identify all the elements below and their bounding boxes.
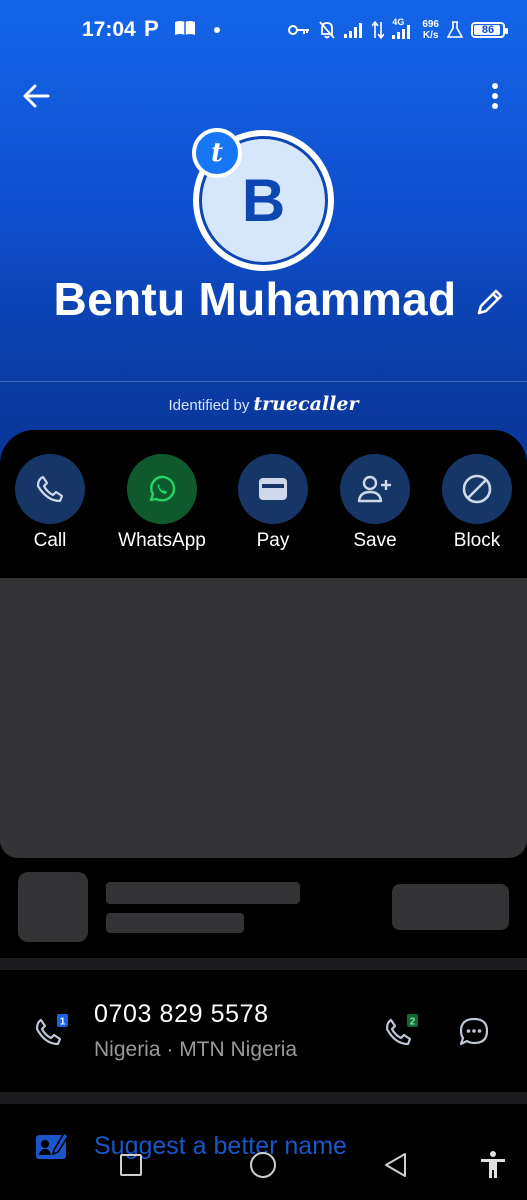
pay-button[interactable] [238,454,308,524]
edit-pencil-icon[interactable] [474,286,506,318]
whatsapp-label: WhatsApp [118,530,206,551]
network-speed-unit: K/s [422,30,439,41]
actions-panel: Call WhatsApp Pay Save Block [0,430,527,580]
section-separator [0,1092,527,1104]
skeleton-button [392,884,509,930]
parking-app-icon: P [144,16,159,41]
phone-number-row[interactable]: 1 0703 829 5578 Nigeria · MTN Nigeria 2 [0,970,527,1092]
data-arrows-icon [372,21,385,39]
status-bar: 17:04 P 4G 696 K/s 86 [0,0,527,60]
network-speed-value: 696 [422,19,439,30]
vpn-key-icon [288,25,310,35]
pay-label: Pay [256,530,290,551]
book-icon [175,21,195,35]
phone-number: 0703 829 5578 [94,1000,269,1028]
status-time: 17:04 [82,18,136,41]
wallet-icon [259,478,287,500]
block-icon [462,474,492,504]
more-options-icon[interactable] [483,78,507,114]
block-button[interactable] [442,454,512,524]
whatsapp-button[interactable] [127,454,197,524]
call-button[interactable] [15,454,85,524]
muted-bell-icon [319,21,335,39]
section-separator [0,958,527,970]
back-arrow-icon[interactable] [18,78,54,114]
nav-back-icon[interactable] [383,1152,409,1178]
sim2-call-icon[interactable]: 2 [384,1012,424,1052]
whatsapp-action[interactable]: WhatsApp [112,454,212,552]
contact-name: Bentu Muhammad [53,273,457,325]
save-label: Save [353,530,397,551]
number-details: Nigeria · MTN Nigeria [94,1038,298,1061]
accessibility-icon[interactable] [478,1150,508,1180]
identified-by-text: Identified by [168,397,250,414]
recents-icon[interactable] [120,1154,142,1176]
network-4g-icon: 4G [392,17,414,39]
skeleton-line [106,882,300,904]
sim2-label: 2 [410,1017,416,1028]
battery-level: 86 [481,24,495,36]
identified-by-line: Identified by truecaller [0,393,527,415]
truecaller-logo: truecaller [253,393,359,415]
status-icons: 4G 696 K/s 86 [288,16,508,44]
sim1-label: 1 [60,1017,66,1028]
network-speed: 696 K/s [422,19,439,41]
message-icon[interactable] [458,1016,490,1048]
header-divider [0,381,527,382]
whatsapp-icon [149,475,176,502]
call-action[interactable]: Call [0,454,100,552]
ad-placeholder [0,578,527,858]
home-icon[interactable] [250,1152,276,1178]
skeleton-thumbnail [18,872,88,942]
skeleton-line [106,913,244,933]
block-action[interactable]: Block [427,454,527,552]
lab-flask-icon [447,21,463,38]
sim1-call-icon[interactable]: 1 [34,1012,74,1052]
notification-dot-icon [214,27,220,33]
add-person-icon [357,475,391,503]
phone-icon [36,475,64,503]
battery-icon: 86 [471,22,508,38]
save-action[interactable]: Save [325,454,425,552]
save-button[interactable] [340,454,410,524]
pay-action[interactable]: Pay [223,454,323,552]
signal-icon [344,23,363,38]
call-label: Call [33,530,67,551]
block-label: Block [453,530,501,551]
system-nav-bar [0,1140,527,1200]
truecaller-badge-icon: t [192,128,242,178]
